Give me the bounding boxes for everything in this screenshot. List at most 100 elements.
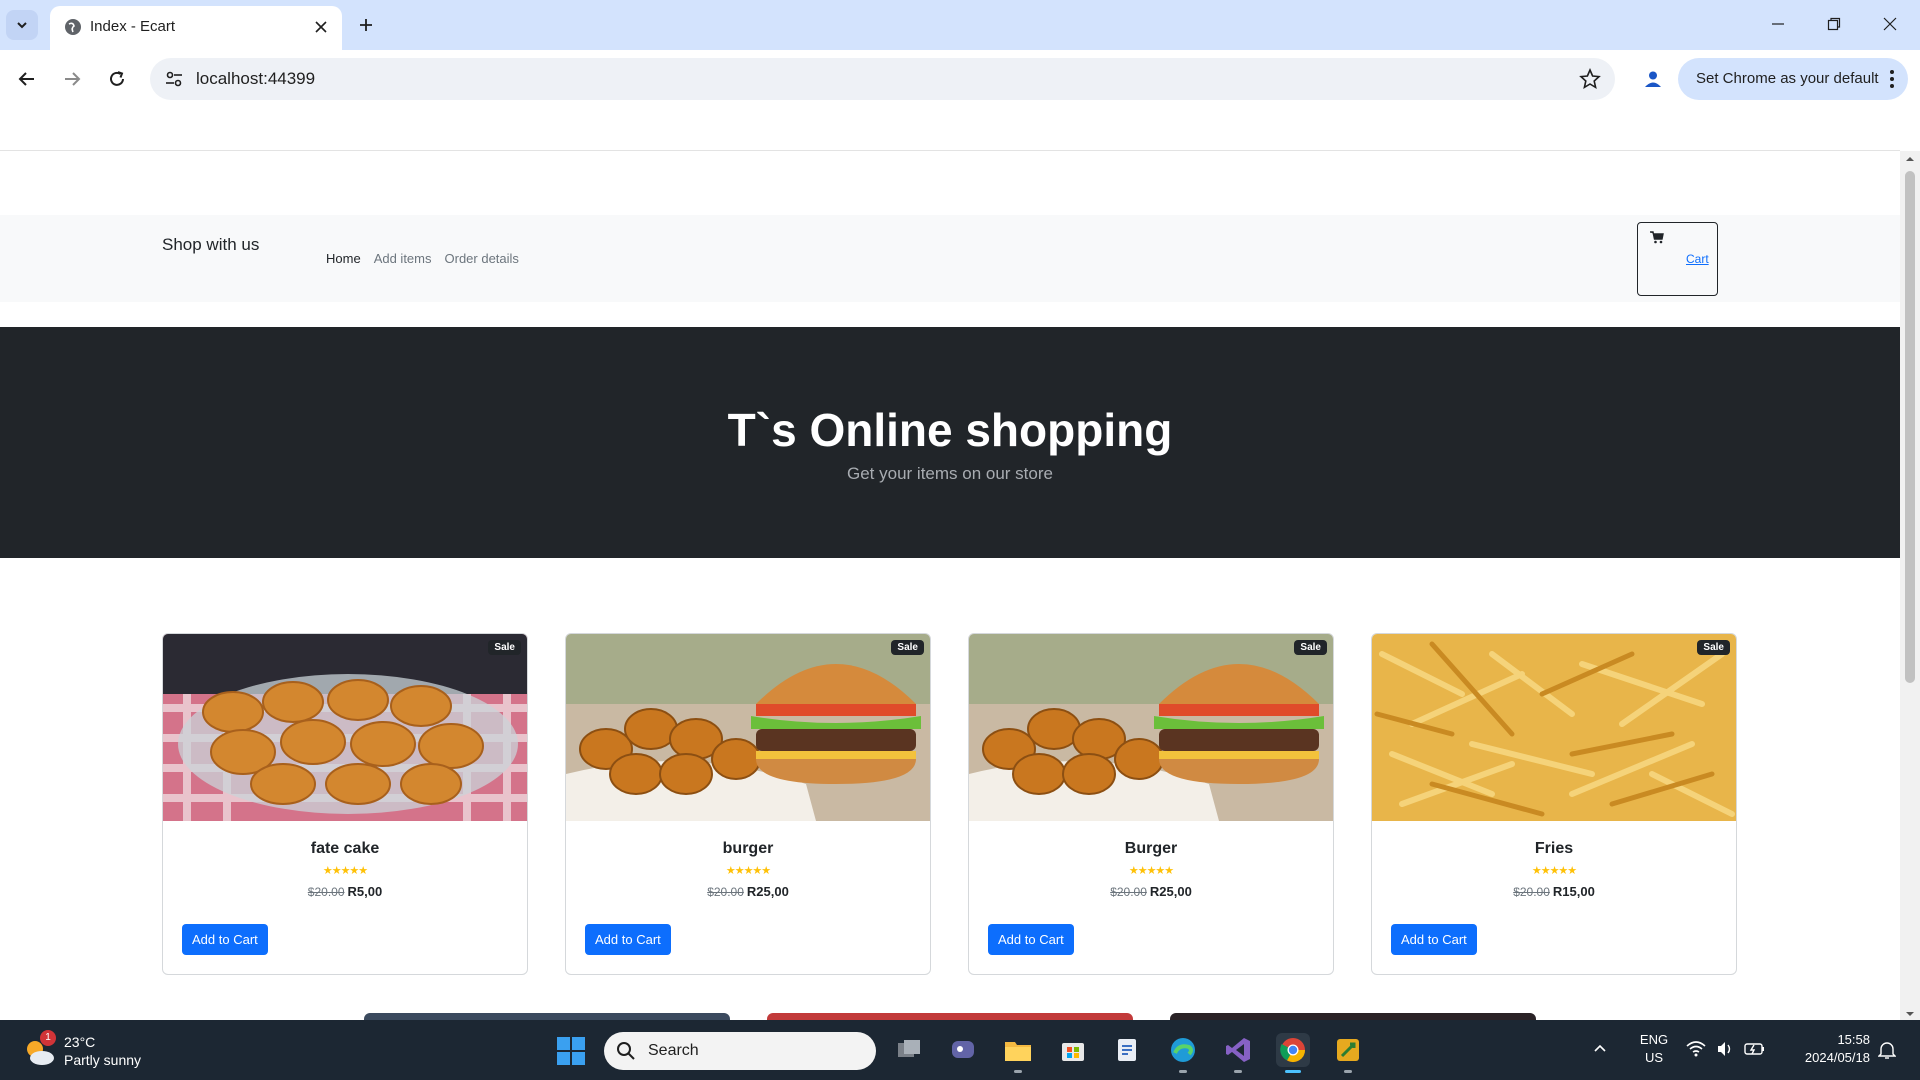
clock-time[interactable]: 15:58 <box>1780 1032 1870 1047</box>
product-price: $20.00 R25,00 <box>969 884 1333 899</box>
hero-subtitle: Get your items on our store <box>847 464 1053 483</box>
new-tab-button[interactable] <box>352 11 380 39</box>
language-indicator[interactable]: ENG <box>1634 1032 1674 1047</box>
search-icon <box>617 1042 635 1060</box>
forward-button[interactable] <box>55 62 89 96</box>
weather-widget[interactable]: 1 23°C Partly sunny <box>22 1030 182 1072</box>
store-icon <box>1062 1043 1084 1061</box>
windows-taskbar: 1 23°C Partly sunny Search ENG US 15:58 … <box>0 1020 1920 1080</box>
site-brand[interactable]: Shop with us <box>162 235 259 255</box>
tab-active[interactable]: Index - Ecart <box>50 6 342 50</box>
product-card: Sale fate cake ★★★★★ $20.00 R5,00 Add to … <box>162 633 528 975</box>
minimize-icon <box>1772 23 1784 25</box>
battery-icon[interactable] <box>1744 1040 1766 1058</box>
bookmark-star-icon[interactable] <box>1579 68 1601 90</box>
page-viewport: Shop with us Home Add items Order detail… <box>0 151 1900 1020</box>
chevron-up-icon[interactable] <box>1592 1040 1608 1056</box>
add-to-cart-button[interactable]: Add to Cart <box>988 924 1074 955</box>
product-price: $20.00 R15,00 <box>1372 884 1736 899</box>
chevron-down-icon <box>17 22 27 29</box>
site-nav-links: Home Add items Order details <box>326 251 519 266</box>
product-price: $20.00 R25,00 <box>566 884 930 899</box>
edge-icon <box>1171 1038 1195 1062</box>
nav-link-home[interactable]: Home <box>326 251 361 266</box>
taskbar-task-view[interactable] <box>892 1033 926 1067</box>
set-default-button[interactable]: Set Chrome as your default <box>1678 58 1908 100</box>
add-to-cart-button[interactable]: Add to Cart <box>182 924 268 955</box>
site-settings-icon[interactable] <box>164 69 184 89</box>
site-navbar: Shop with us Home Add items Order detail… <box>0 215 1900 302</box>
scroll-down-icon[interactable] <box>1904 1010 1916 1018</box>
sale-price: R15,00 <box>1552 884 1595 899</box>
next-product-card-partial <box>364 1013 730 1020</box>
taskbar-notepad[interactable] <box>1111 1033 1145 1067</box>
tab-title: Index - Ecart <box>90 18 176 35</box>
reload-button[interactable] <box>100 62 134 96</box>
old-price: $20.00 <box>707 885 744 899</box>
volume-icon[interactable] <box>1716 1040 1734 1058</box>
star-rating: ★★★★★ <box>1128 865 1174 877</box>
cart-button[interactable]: Cart <box>1637 222 1718 296</box>
taskbar-teams[interactable] <box>946 1033 980 1067</box>
nav-link-add-items[interactable]: Add items <box>374 251 432 266</box>
product-card: Sale burger ★★★★★ $20.00 R25,00 Add to Ca… <box>565 633 931 975</box>
taskbar-chrome[interactable] <box>1276 1033 1310 1073</box>
address-url[interactable]: localhost:44399 <box>196 69 315 89</box>
task-view-icon <box>898 1040 920 1057</box>
back-button[interactable] <box>10 62 44 96</box>
add-to-cart-button[interactable]: Add to Cart <box>585 924 671 955</box>
profile-button[interactable] <box>1636 62 1670 96</box>
taskbar-edge[interactable] <box>1166 1033 1200 1073</box>
sale-badge: Sale <box>488 640 521 655</box>
plus-icon <box>360 19 372 31</box>
old-price: $20.00 <box>1513 885 1550 899</box>
windows-start-icon[interactable] <box>556 1036 586 1066</box>
wifi-icon[interactable] <box>1686 1040 1706 1058</box>
browser-tabstrip: Index - Ecart <box>0 0 1920 50</box>
hero-banner: T`s Online shopping Get your items on ou… <box>0 327 1900 558</box>
scrollbar-thumb[interactable] <box>1905 171 1915 683</box>
add-to-cart-button[interactable]: Add to Cart <box>1391 924 1477 955</box>
tab-search-button[interactable] <box>6 10 38 40</box>
product-price: $20.00 R5,00 <box>163 884 527 899</box>
restore-button[interactable] <box>1806 0 1862 48</box>
taskbar-store[interactable] <box>1056 1033 1090 1067</box>
taskbar-search-label: Search <box>648 1042 699 1059</box>
arrow-left-icon <box>18 72 34 86</box>
product-image <box>1372 634 1736 821</box>
close-icon <box>315 21 327 33</box>
folder-icon <box>1005 1042 1031 1061</box>
product-card: Sale Burger ★★★★★ $20.00 R25,00 Add to Ca… <box>968 633 1334 975</box>
globe-icon <box>65 19 81 35</box>
next-product-card-partial <box>1170 1013 1536 1020</box>
notification-bell-icon[interactable] <box>1878 1040 1896 1060</box>
product-name: Burger <box>1124 840 1178 857</box>
product-image <box>969 634 1333 821</box>
close-window-button[interactable] <box>1862 0 1918 48</box>
running-indicator <box>1234 1070 1242 1073</box>
sale-badge: Sale <box>1697 640 1730 655</box>
clock-date[interactable]: 2024/05/18 <box>1780 1050 1870 1065</box>
taskbar-app-tools[interactable] <box>1331 1033 1365 1073</box>
minimize-button[interactable] <box>1750 0 1806 48</box>
teams-chat-icon <box>952 1041 974 1058</box>
more-vert-icon[interactable] <box>1888 68 1896 90</box>
product-image <box>163 634 527 821</box>
next-product-card-partial <box>767 1013 1133 1020</box>
taskbar-file-explorer[interactable] <box>1001 1033 1035 1073</box>
cart-link[interactable]: Cart <box>1686 252 1709 266</box>
taskbar-visual-studio[interactable] <box>1221 1033 1255 1073</box>
browser-toolbar: localhost:44399 Set Chrome as your defau… <box>0 50 1920 108</box>
product-name: Fries <box>1534 840 1574 857</box>
address-bar[interactable]: localhost:44399 <box>150 58 1615 100</box>
taskbar-search[interactable]: Search <box>604 1032 876 1070</box>
weather-temperature: 23°C <box>64 1034 96 1050</box>
nav-link-order-details[interactable]: Order details <box>445 251 519 266</box>
set-default-label: Set Chrome as your default <box>1696 70 1879 87</box>
tab-close-button[interactable] <box>310 16 332 38</box>
region-indicator[interactable]: US <box>1634 1050 1674 1065</box>
scroll-up-icon[interactable] <box>1904 155 1916 163</box>
sale-badge: Sale <box>891 640 924 655</box>
page-scrollbar[interactable] <box>1900 151 1920 1020</box>
product-name: fate cake <box>310 840 380 857</box>
